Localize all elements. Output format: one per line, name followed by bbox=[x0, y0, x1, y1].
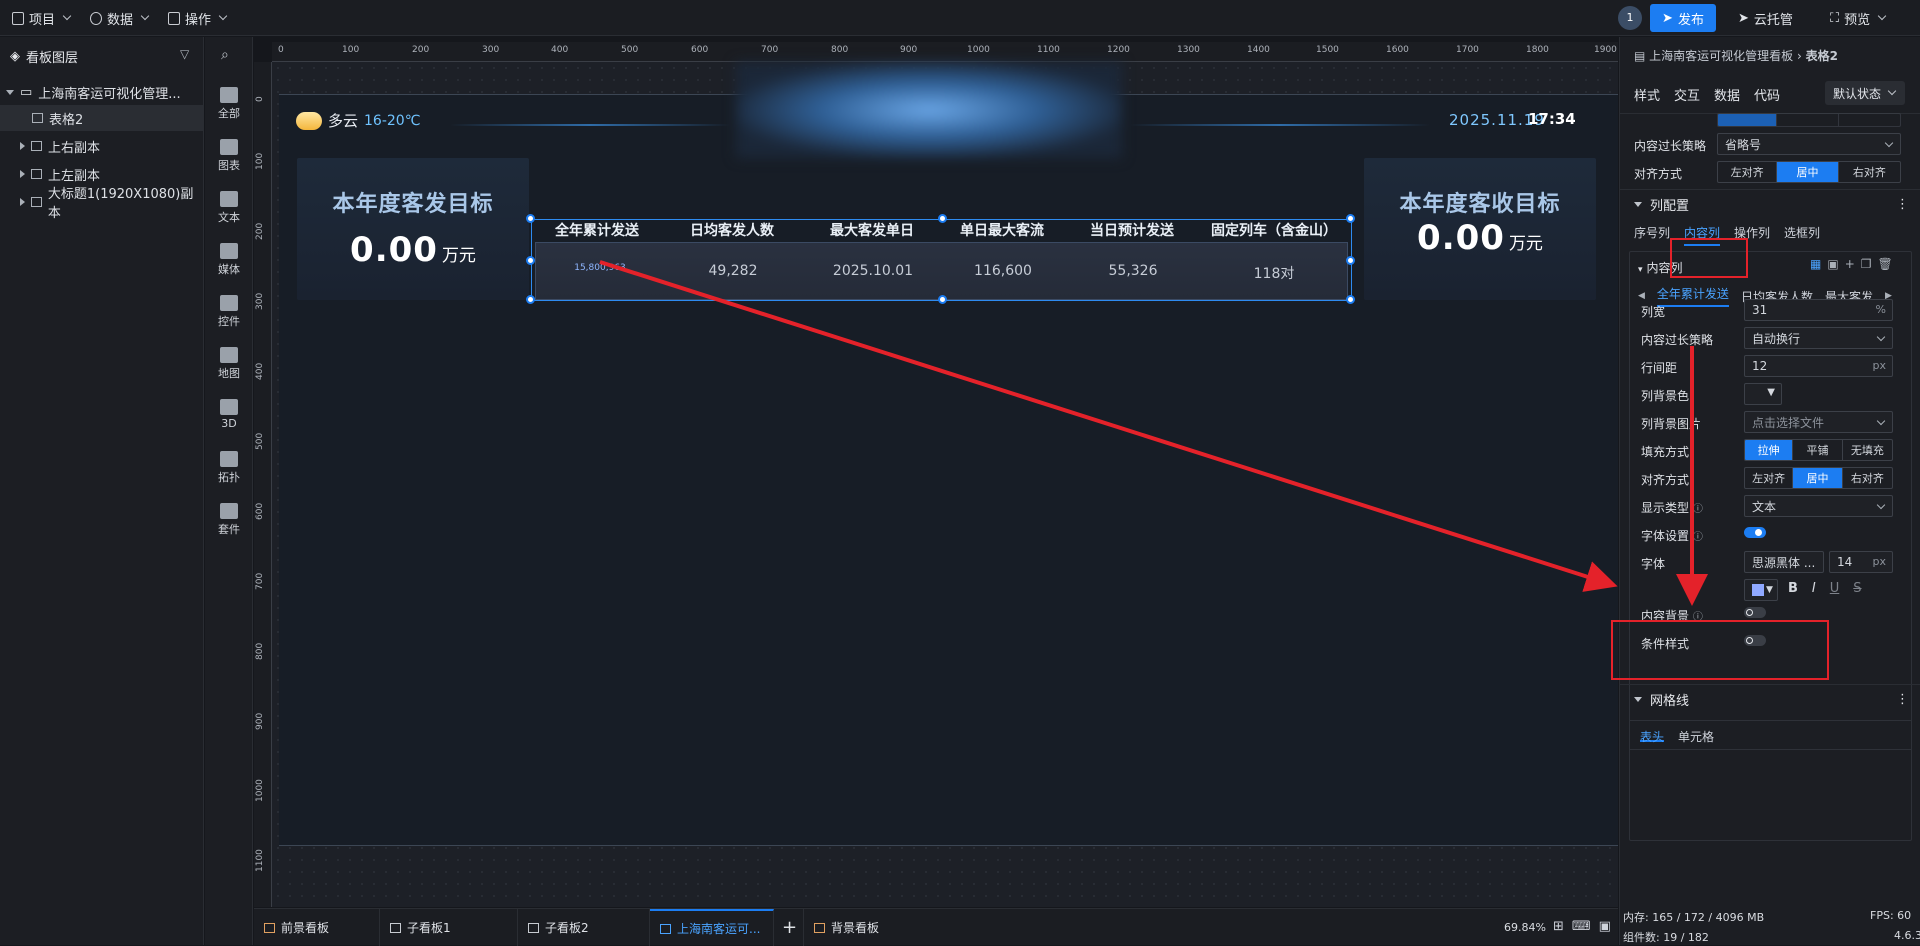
arrow-to-panel bbox=[599, 260, 1618, 592]
annotation-arrows bbox=[599, 260, 1708, 606]
